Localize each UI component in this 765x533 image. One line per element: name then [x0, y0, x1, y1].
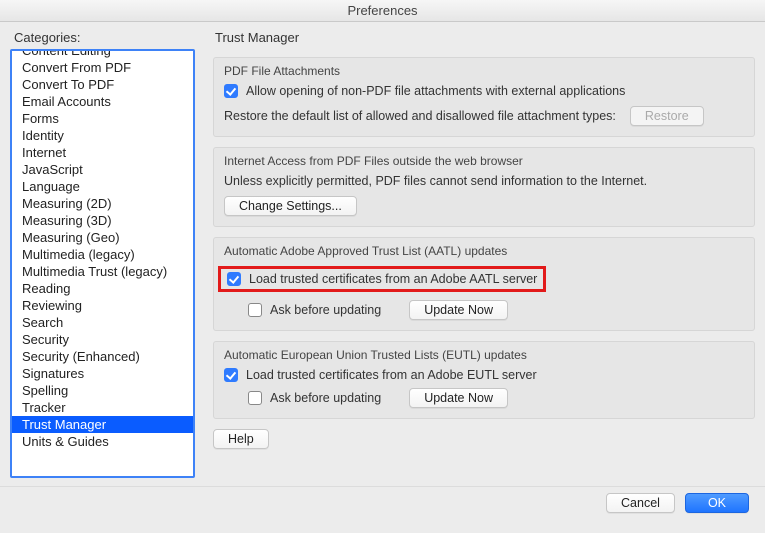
label-eutl-load: Load trusted certificates from an Adobe …	[246, 368, 537, 382]
sidebar-item-email-accounts[interactable]: Email Accounts	[12, 93, 193, 110]
sidebar-item-reading[interactable]: Reading	[12, 280, 193, 297]
window-title: Preferences	[347, 3, 417, 18]
label-aatl-ask: Ask before updating	[270, 303, 381, 317]
sidebar-item-convert-from-pdf[interactable]: Convert From PDF	[12, 59, 193, 76]
categories-label: Categories:	[10, 30, 195, 49]
label-eutl-ask: Ask before updating	[270, 391, 381, 405]
internet-note: Unless explicitly permitted, PDF files c…	[224, 174, 744, 188]
eutl-update-now-button[interactable]: Update Now	[409, 388, 508, 408]
sidebar-item-security[interactable]: Security	[12, 331, 193, 348]
group-title-internet: Internet Access from PDF Files outside t…	[224, 154, 744, 168]
group-title-eutl: Automatic European Union Trusted Lists (…	[224, 348, 744, 362]
sidebar-item-tracker[interactable]: Tracker	[12, 399, 193, 416]
sidebar-item-internet[interactable]: Internet	[12, 144, 193, 161]
sidebar-item-measuring-2d[interactable]: Measuring (2D)	[12, 195, 193, 212]
sidebar-item-measuring-geo[interactable]: Measuring (Geo)	[12, 229, 193, 246]
label-restore-defaults: Restore the default list of allowed and …	[224, 109, 616, 123]
change-settings-button[interactable]: Change Settings...	[224, 196, 357, 216]
sidebar-item-trust-manager[interactable]: Trust Manager	[12, 416, 193, 433]
group-title-attachments: PDF File Attachments	[224, 64, 744, 78]
group-pdf-attachments: PDF File Attachments Allow opening of no…	[213, 57, 755, 137]
ok-button[interactable]: OK	[685, 493, 749, 513]
sidebar-item-security-enhanced[interactable]: Security (Enhanced)	[12, 348, 193, 365]
group-aatl: Automatic Adobe Approved Trust List (AAT…	[213, 237, 755, 331]
label-aatl-load: Load trusted certificates from an Adobe …	[249, 272, 537, 286]
sidebar-item-javascript[interactable]: JavaScript	[12, 161, 193, 178]
sidebar-item-forms[interactable]: Forms	[12, 110, 193, 127]
sidebar-item-multimedia-trust-legacy[interactable]: Multimedia Trust (legacy)	[12, 263, 193, 280]
checkbox-allow-non-pdf[interactable]	[224, 84, 238, 98]
aatl-update-now-button[interactable]: Update Now	[409, 300, 508, 320]
page-title: Trust Manager	[213, 30, 755, 47]
sidebar-item-convert-to-pdf[interactable]: Convert To PDF	[12, 76, 193, 93]
sidebar-item-content-editing[interactable]: Content Editing	[12, 49, 193, 59]
dialog-footer: Cancel OK	[0, 486, 765, 524]
checkbox-aatl-load[interactable]	[227, 272, 241, 286]
group-eutl: Automatic European Union Trusted Lists (…	[213, 341, 755, 419]
checkbox-eutl-ask[interactable]	[248, 391, 262, 405]
sidebar-item-language[interactable]: Language	[12, 178, 193, 195]
sidebar-item-identity[interactable]: Identity	[12, 127, 193, 144]
categories-list[interactable]: Content Editing Convert From PDF Convert…	[10, 49, 195, 478]
label-allow-non-pdf: Allow opening of non-PDF file attachment…	[246, 84, 625, 98]
window-titlebar: Preferences	[0, 0, 765, 22]
sidebar-item-measuring-3d[interactable]: Measuring (3D)	[12, 212, 193, 229]
help-button[interactable]: Help	[213, 429, 269, 449]
sidebar-item-signatures[interactable]: Signatures	[12, 365, 193, 382]
sidebar-item-units-guides[interactable]: Units & Guides	[12, 433, 193, 450]
restore-button[interactable]: Restore	[630, 106, 704, 126]
checkbox-eutl-load[interactable]	[224, 368, 238, 382]
checkbox-aatl-ask[interactable]	[248, 303, 262, 317]
group-title-aatl: Automatic Adobe Approved Trust List (AAT…	[224, 244, 744, 258]
sidebar-item-multimedia-legacy[interactable]: Multimedia (legacy)	[12, 246, 193, 263]
group-internet-access: Internet Access from PDF Files outside t…	[213, 147, 755, 227]
sidebar-item-spelling[interactable]: Spelling	[12, 382, 193, 399]
highlight-aatl: Load trusted certificates from an Adobe …	[218, 266, 546, 292]
cancel-button[interactable]: Cancel	[606, 493, 675, 513]
sidebar-item-search[interactable]: Search	[12, 314, 193, 331]
sidebar-item-reviewing[interactable]: Reviewing	[12, 297, 193, 314]
